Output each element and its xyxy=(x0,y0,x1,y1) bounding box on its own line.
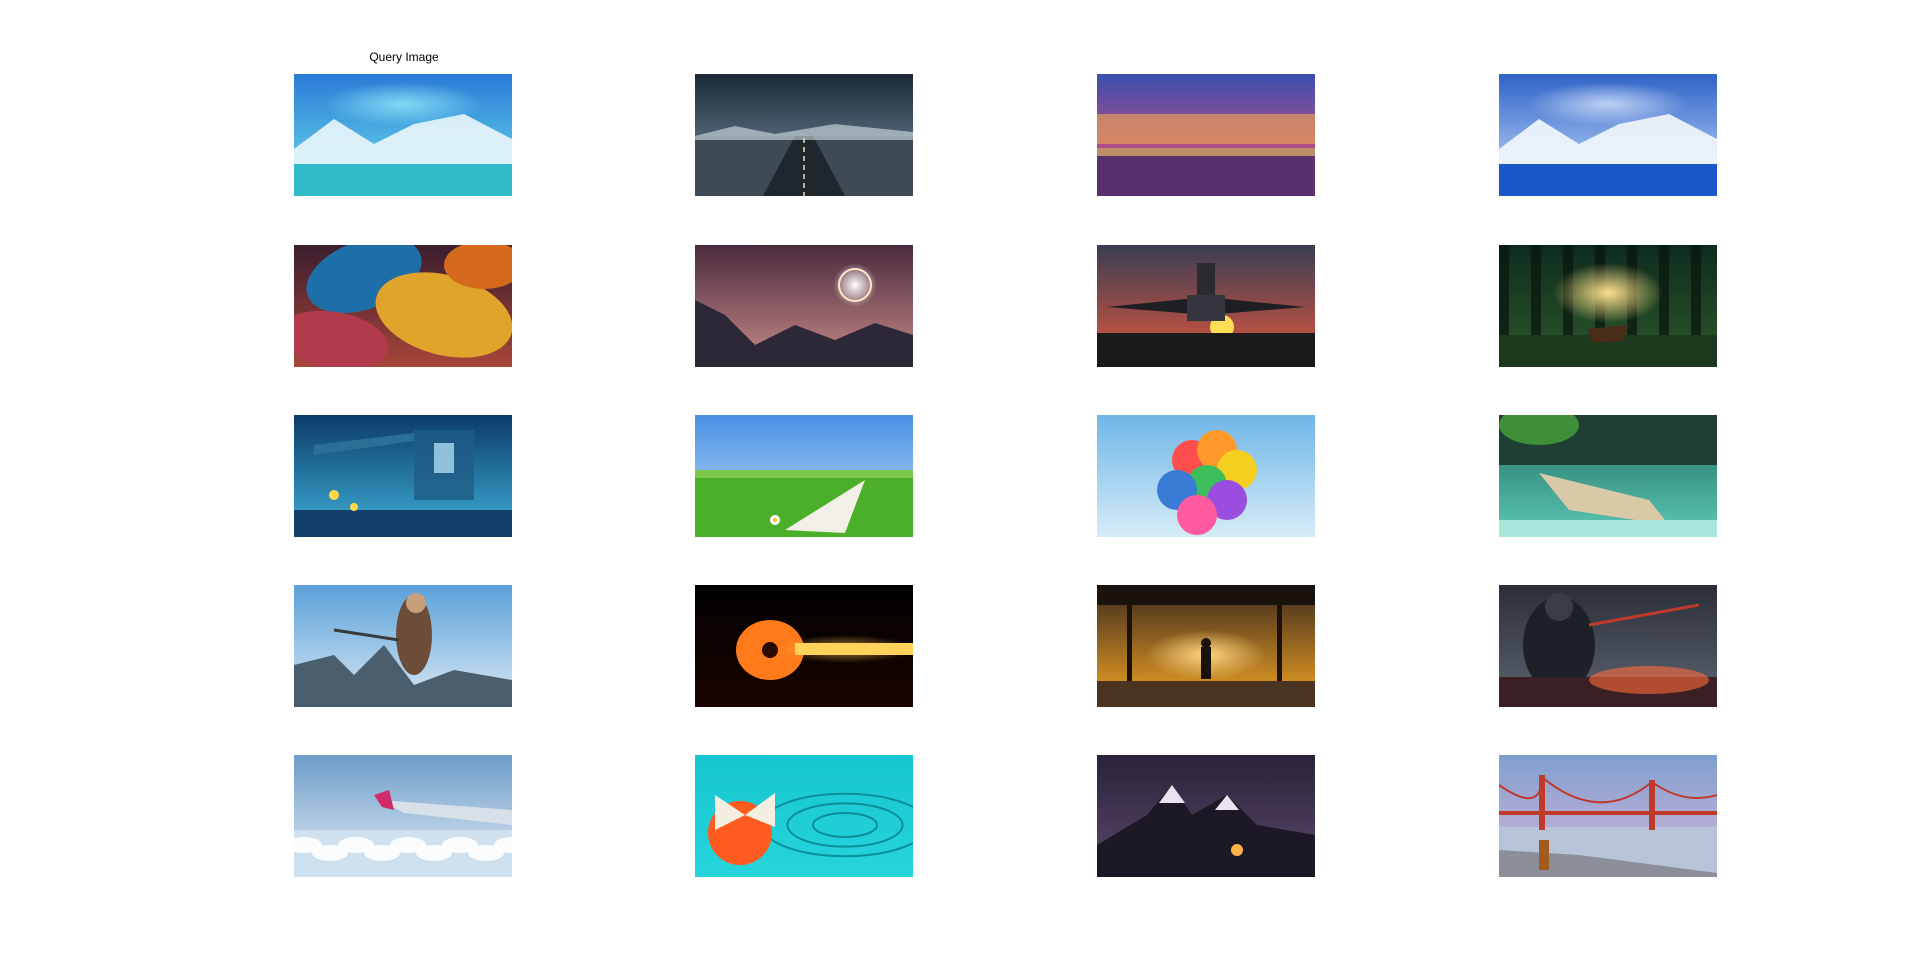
thumbnail-picture xyxy=(695,585,913,707)
thumbnail-picture xyxy=(1499,245,1717,367)
result-image-night-peaks[interactable] xyxy=(1097,755,1315,877)
query-image-aurora-lake[interactable] xyxy=(294,74,512,196)
thumbnail-picture xyxy=(1499,585,1717,707)
result-image-paper-plane-field[interactable] xyxy=(695,415,913,537)
result-image-underwater-ruins[interactable] xyxy=(294,415,512,537)
query-image-title: Query Image xyxy=(369,50,439,64)
result-image-tropical-boat[interactable] xyxy=(1499,415,1717,537)
result-image-balloons[interactable] xyxy=(1097,415,1315,537)
thumbnail-picture xyxy=(1097,415,1315,537)
result-image-golden-gate[interactable] xyxy=(1499,755,1717,877)
thumbnail-picture xyxy=(294,755,512,877)
thumbnail-picture xyxy=(695,245,913,367)
thumbnail-picture xyxy=(695,415,913,537)
result-image-colorful-leaves[interactable] xyxy=(294,245,512,367)
result-image-action-hero[interactable] xyxy=(294,585,512,707)
thumbnail-picture xyxy=(695,74,913,196)
thumbnail-picture xyxy=(695,755,913,877)
result-image-butterfly-water[interactable] xyxy=(695,755,913,877)
result-image-jet-sunset[interactable] xyxy=(1097,245,1315,367)
result-image-sunset-sea[interactable] xyxy=(1097,74,1315,196)
thumbnail-picture xyxy=(1097,755,1315,877)
result-image-forest-boat[interactable] xyxy=(1499,245,1717,367)
thumbnail-picture xyxy=(294,415,512,537)
thumbnail-picture xyxy=(1097,245,1315,367)
result-image-silhouette-sunset[interactable] xyxy=(1097,585,1315,707)
result-image-fire-guitar[interactable] xyxy=(695,585,913,707)
result-image-snowy-lake[interactable] xyxy=(1499,74,1717,196)
figure-window: Query Image xyxy=(0,0,1920,973)
result-image-eclipse-mountains[interactable] xyxy=(695,245,913,367)
thumbnail-picture xyxy=(1499,74,1717,196)
result-image-airplane-wing[interactable] xyxy=(294,755,512,877)
thumbnail-picture xyxy=(1097,585,1315,707)
thumbnail-picture xyxy=(1499,415,1717,537)
thumbnail-picture xyxy=(294,245,512,367)
thumbnail-picture xyxy=(294,74,512,196)
result-image-dark-road[interactable] xyxy=(695,74,913,196)
thumbnail-picture xyxy=(294,585,512,707)
result-image-dark-warrior[interactable] xyxy=(1499,585,1717,707)
thumbnail-picture xyxy=(1499,755,1717,877)
thumbnail-picture xyxy=(1097,74,1315,196)
